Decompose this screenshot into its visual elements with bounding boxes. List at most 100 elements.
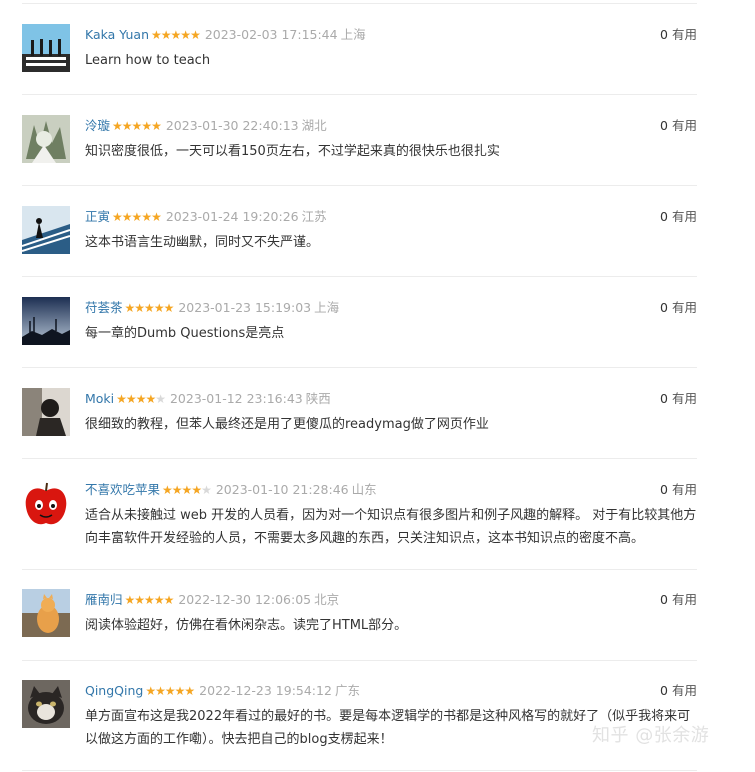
star-filled-icon: ★ (174, 684, 186, 698)
review-item: 雁南归 ★★★★★ 2022-12-30 12:06:05 北京 0 有用 阅读体验超好… (22, 570, 697, 661)
review-item: 正寅 ★★★★★ 2023-01-24 19:20:26 江苏 0 有用 这本书语言生动… (22, 186, 697, 277)
rating-stars: ★★★★★ (145, 683, 195, 699)
avatar[interactable] (22, 115, 70, 163)
rating-stars: ★★★★★ (124, 300, 175, 316)
vote-count: 0 (660, 592, 668, 607)
review-location: 广东 (334, 683, 360, 698)
useful-button[interactable]: 有用 (672, 300, 697, 315)
review-meta: QingQing ★★★★★ 2022-12-23 19:54:12 广东 (85, 683, 360, 699)
star-filled-icon: ★ (151, 28, 162, 42)
review-location: 上海 (340, 27, 366, 42)
useful-button[interactable]: 有用 (672, 27, 697, 42)
vote-count: 0 (660, 482, 668, 497)
star-filled-icon: ★ (164, 684, 176, 698)
review-time: 2022-12-23 19:54:12 (199, 683, 332, 698)
review-meta: Moki ★★★★★ 2023-01-12 23:16:43 陕西 (85, 391, 331, 407)
star-filled-icon: ★ (134, 301, 145, 315)
star-filled-icon: ★ (191, 483, 202, 497)
avatar[interactable] (22, 479, 70, 527)
review-time: 2023-01-30 22:40:13 (165, 118, 299, 133)
username-link[interactable]: Kaka Yuan (85, 27, 149, 42)
useful-button[interactable]: 有用 (672, 592, 697, 607)
review-text: 每一章的Dumb Questions是亮点 (85, 326, 285, 341)
vote-area: 0 有用 (660, 482, 697, 498)
review-text: 知识密度很低，一天可以看150页左右，不过学起来真的很快乐也很扎实 (85, 144, 500, 159)
star-filled-icon: ★ (116, 392, 127, 406)
star-filled-icon: ★ (125, 392, 137, 406)
star-filled-icon: ★ (180, 28, 191, 42)
star-filled-icon: ★ (145, 684, 156, 698)
vote-area: 0 有用 (660, 683, 697, 699)
useful-button[interactable]: 有用 (672, 209, 697, 224)
rating-stars: ★★★★★ (112, 118, 162, 134)
useful-button[interactable]: 有用 (672, 391, 697, 406)
review-text-line: 适合从未接触过 web 开发的人员看，因为对一个知识点有很多图片和例子风趣的解释… (85, 508, 697, 523)
star-filled-icon: ★ (141, 210, 152, 224)
star-filled-icon: ★ (184, 684, 195, 698)
vote-area: 0 有用 (660, 391, 697, 407)
star-filled-icon: ★ (124, 301, 136, 315)
username-link[interactable]: 苻荟茶 (85, 300, 123, 315)
useful-button[interactable]: 有用 (672, 118, 697, 133)
star-filled-icon: ★ (190, 28, 201, 42)
avatar[interactable] (22, 206, 70, 254)
review-text-line: 向丰富软件开发经验的人员，不需要太多风趣的东西，只关注知识点，这本书知识点的密度… (85, 531, 645, 546)
star-filled-icon: ★ (163, 301, 175, 315)
star-filled-icon: ★ (181, 483, 193, 497)
username-link[interactable]: 雁南归 (85, 592, 123, 607)
review-location: 湖北 (301, 118, 327, 133)
review-location: 北京 (314, 592, 340, 607)
review-time: 2023-01-23 15:19:03 (178, 300, 312, 315)
rating-stars: ★★★★★ (162, 482, 212, 498)
review-location: 江苏 (301, 209, 327, 224)
star-filled-icon: ★ (151, 210, 162, 224)
username-link[interactable]: QingQing (85, 683, 143, 698)
star-filled-icon: ★ (145, 392, 156, 406)
review-meta: Kaka Yuan ★★★★★ 2023-02-03 17:15:44 上海 (85, 27, 366, 43)
vote-count: 0 (660, 300, 668, 315)
vote-area: 0 有用 (660, 592, 697, 608)
star-filled-icon: ★ (131, 210, 143, 224)
star-filled-icon: ★ (121, 210, 133, 224)
star-filled-icon: ★ (153, 593, 165, 607)
vote-area: 0 有用 (660, 209, 697, 225)
star-empty-icon: ★ (155, 392, 166, 406)
username-link[interactable]: 正寅 (85, 209, 110, 224)
review-time: 2023-01-12 23:16:43 (169, 391, 303, 406)
star-filled-icon: ★ (151, 119, 162, 133)
vote-area: 0 有用 (660, 27, 697, 43)
star-filled-icon: ★ (170, 28, 182, 42)
review-text: Learn how to teach (85, 53, 211, 68)
useful-button[interactable]: 有用 (672, 683, 697, 698)
username-link[interactable]: 泠璇 (85, 118, 110, 133)
star-filled-icon: ★ (141, 119, 152, 133)
username-link[interactable]: Moki (85, 391, 114, 406)
review-item: QingQing ★★★★★ 2022-12-23 19:54:12 广东 0 有用 单… (22, 661, 697, 771)
review-time: 2023-01-24 19:20:26 (165, 209, 299, 224)
star-filled-icon: ★ (112, 119, 123, 133)
review-text: 适合从未接触过 web 开发的人员看，因为对一个知识点有很多图片和例子风趣的解释… (85, 504, 696, 550)
review-location: 山东 (351, 482, 377, 497)
rating-stars: ★★★★★ (125, 592, 175, 608)
star-filled-icon: ★ (131, 119, 143, 133)
star-filled-icon: ★ (144, 301, 155, 315)
avatar[interactable] (22, 680, 70, 728)
useful-button[interactable]: 有用 (672, 482, 697, 497)
star-filled-icon: ★ (163, 593, 175, 607)
star-filled-icon: ★ (155, 684, 166, 698)
star-empty-icon: ★ (201, 483, 212, 497)
avatar[interactable] (22, 24, 70, 72)
avatar[interactable] (22, 297, 70, 345)
review-meta: 不喜欢吃苹果 ★★★★★ 2023-01-10 21:28:46 山东 (85, 482, 377, 498)
avatar[interactable] (22, 388, 70, 436)
star-filled-icon: ★ (121, 119, 133, 133)
review-location: 陕西 (305, 391, 331, 406)
vote-area: 0 有用 (660, 118, 697, 134)
rating-stars: ★★★★★ (116, 391, 166, 407)
rating-stars: ★★★★★ (112, 209, 162, 225)
avatar[interactable] (22, 589, 70, 637)
vote-count: 0 (660, 209, 668, 224)
vote-count: 0 (660, 118, 668, 133)
star-filled-icon: ★ (134, 593, 145, 607)
username-link[interactable]: 不喜欢吃苹果 (85, 482, 160, 497)
